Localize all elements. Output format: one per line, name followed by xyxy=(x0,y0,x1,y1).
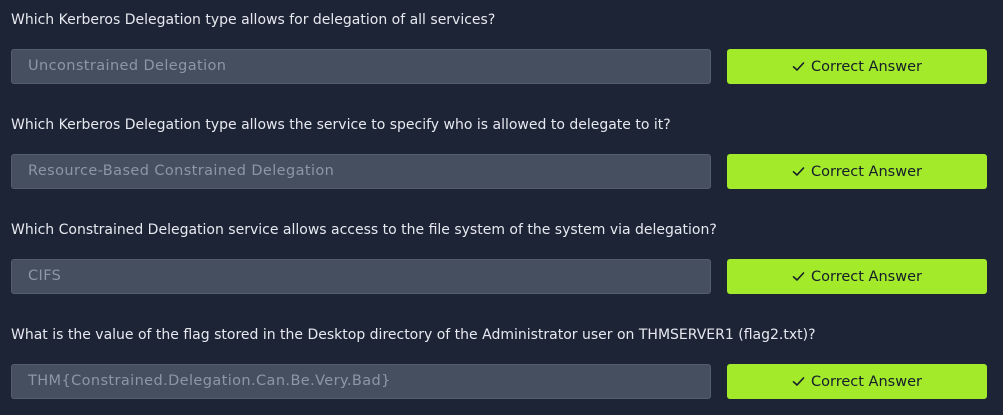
answer-field[interactable]: Resource-Based Constrained Delegation xyxy=(11,154,711,189)
check-icon xyxy=(792,375,805,388)
check-icon xyxy=(792,165,805,178)
correct-answer-button[interactable]: Correct Answer xyxy=(727,364,987,399)
question-block-3: Which Constrained Delegation service all… xyxy=(11,220,987,294)
question-block-4: What is the value of the flag stored in … xyxy=(11,325,987,399)
answer-field[interactable]: THM{Constrained.Delegation.Can.Be.Very.B… xyxy=(11,364,711,399)
answer-field[interactable]: CIFS xyxy=(11,259,711,294)
answer-field[interactable]: Unconstrained Delegation xyxy=(11,49,711,84)
correct-answer-label: Correct Answer xyxy=(811,163,922,180)
answer-row: Unconstrained Delegation Correct Answer xyxy=(11,49,987,84)
question-block-2: Which Kerberos Delegation type allows th… xyxy=(11,115,987,189)
check-icon xyxy=(792,270,805,283)
question-text: Which Kerberos Delegation type allows th… xyxy=(11,117,671,133)
check-icon xyxy=(792,60,805,73)
answer-row: Resource-Based Constrained Delegation Co… xyxy=(11,154,987,189)
correct-answer-button[interactable]: Correct Answer xyxy=(727,49,987,84)
answer-row: CIFS Correct Answer xyxy=(11,259,987,294)
answer-row: THM{Constrained.Delegation.Can.Be.Very.B… xyxy=(11,364,987,399)
correct-answer-label: Correct Answer xyxy=(811,373,922,390)
question-block-1: Which Kerberos Delegation type allows fo… xyxy=(11,10,987,84)
question-text: Which Kerberos Delegation type allows fo… xyxy=(11,12,496,28)
question-text: What is the value of the flag stored in … xyxy=(11,327,816,343)
question-text: Which Constrained Delegation service all… xyxy=(11,222,717,238)
correct-answer-label: Correct Answer xyxy=(811,58,922,75)
correct-answer-label: Correct Answer xyxy=(811,268,922,285)
correct-answer-button[interactable]: Correct Answer xyxy=(727,154,987,189)
correct-answer-button[interactable]: Correct Answer xyxy=(727,259,987,294)
